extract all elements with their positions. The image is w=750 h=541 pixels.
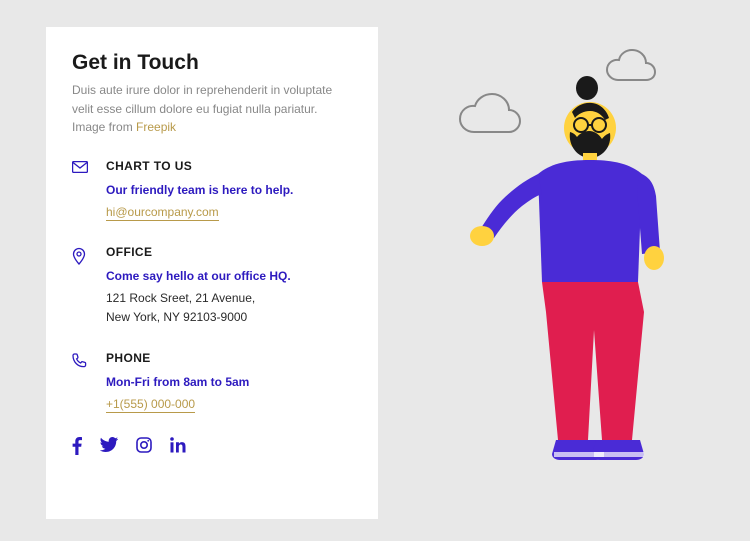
person-illustration (432, 40, 712, 510)
section-chart-title: CHART TO US (106, 159, 352, 173)
email-link[interactable]: hi@ourcompany.com (106, 205, 219, 221)
linkedin-icon[interactable] (170, 437, 186, 455)
section-office-title: OFFICE (106, 245, 352, 259)
phone-link[interactable]: +1(555) 000-000 (106, 397, 195, 413)
facebook-icon[interactable] (72, 437, 82, 455)
office-line2: New York, NY 92103-9000 (106, 308, 352, 327)
twitter-icon[interactable] (100, 437, 118, 455)
section-phone-title: PHONE (106, 351, 352, 365)
mail-icon (72, 159, 90, 221)
section-office-sub: Come say hello at our office HQ. (106, 269, 352, 283)
intro-text: Duis aute irure dolor in reprehenderit i… (72, 81, 352, 137)
section-phone-body: PHONE Mon-Fri from 8am to 5am +1(555) 00… (106, 351, 352, 413)
section-phone: PHONE Mon-Fri from 8am to 5am +1(555) 00… (72, 351, 352, 413)
office-line1: 121 Rock Sreet, 21 Avenue, (106, 289, 352, 308)
pin-icon (72, 245, 90, 327)
phone-icon (72, 351, 90, 413)
contact-card: Get in Touch Duis aute irure dolor in re… (46, 27, 378, 519)
page-title: Get in Touch (72, 51, 352, 75)
section-office-body: OFFICE Come say hello at our office HQ. … (106, 245, 352, 327)
intro-link[interactable]: Freepik (136, 120, 176, 134)
section-chart-body: CHART TO US Our friendly team is here to… (106, 159, 352, 221)
section-office: OFFICE Come say hello at our office HQ. … (72, 245, 352, 327)
social-row (72, 437, 352, 455)
instagram-icon[interactable] (136, 437, 152, 455)
section-chart-sub: Our friendly team is here to help. (106, 183, 352, 197)
intro-body: Duis aute irure dolor in reprehenderit i… (72, 83, 332, 134)
section-phone-sub: Mon-Fri from 8am to 5am (106, 375, 352, 389)
section-chart: CHART TO US Our friendly team is here to… (72, 159, 352, 221)
